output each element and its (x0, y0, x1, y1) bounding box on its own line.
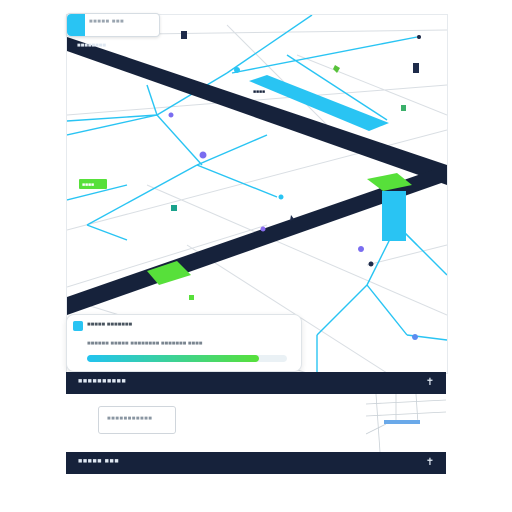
marker-green-2[interactable] (401, 105, 406, 111)
marker-dot[interactable] (417, 35, 421, 39)
marker-purple-4[interactable] (358, 246, 364, 252)
green-label: ■■■■ (82, 182, 94, 188)
search-box[interactable]: ■■■■■ ■■■ (66, 13, 160, 37)
detail-section: ■■■■■■■■■■■ (66, 394, 446, 452)
marker-dark[interactable] (413, 63, 419, 73)
marker-dark-3[interactable] (181, 31, 187, 39)
highlight-block (382, 191, 406, 241)
bottom-bar-2-label: ■■■■■ ■■■ (78, 458, 120, 465)
info-icon (73, 321, 83, 331)
progress-track (87, 355, 287, 362)
road-label-main: ■■■■■■■■ (77, 43, 106, 49)
bottom-bar-1-label: ■■■■■■■■■■ (78, 378, 127, 385)
info-card[interactable]: ■■■■■ ■■■■■■■ ■■■■■■ ■■■■■ ■■■■■■■■ ■■■■… (66, 314, 302, 372)
marker-blue[interactable] (412, 334, 418, 340)
info-card-title: ■■■■■ ■■■■■■■ (87, 322, 133, 328)
marker-dark-2[interactable] (368, 261, 374, 267)
marker-purple-3[interactable] (260, 226, 266, 232)
marker-teal[interactable] (171, 205, 177, 211)
bottom-bar-1[interactable]: ■■■■■■■■■■ ✝ (66, 372, 446, 394)
mini-route (384, 420, 420, 424)
info-card-subtitle: ■■■■■■ ■■■■■ ■■■■■■■■ ■■■■■■■ ■■■■ (87, 341, 203, 347)
marker-purple-2[interactable] (199, 151, 207, 159)
pin-icon[interactable]: ✝ (424, 456, 436, 470)
bottom-bar-2[interactable]: ■■■■■ ■■■ ✝ (66, 452, 446, 474)
pin-icon[interactable]: ✝ (424, 376, 436, 390)
progress-fill (87, 355, 259, 362)
detail-box-label: ■■■■■■■■■■■ (107, 416, 153, 422)
marker-purple-1[interactable] (168, 112, 174, 118)
mini-map (366, 394, 446, 452)
location-pin-icon (67, 14, 85, 36)
detail-box[interactable]: ■■■■■■■■■■■ (98, 406, 176, 434)
map-app: ■■■■■■■■ ■■■■ ■■■■ ■■■■■ ■■■ ■■■■■ ■■■■■… (0, 0, 512, 512)
search-text: ■■■■■ ■■■ (89, 19, 125, 25)
highlight-label: ■■■■ (253, 89, 265, 95)
marker-cyan[interactable] (234, 67, 240, 73)
marker-green-3[interactable] (189, 295, 194, 300)
marker-cyan-2[interactable] (278, 194, 284, 200)
